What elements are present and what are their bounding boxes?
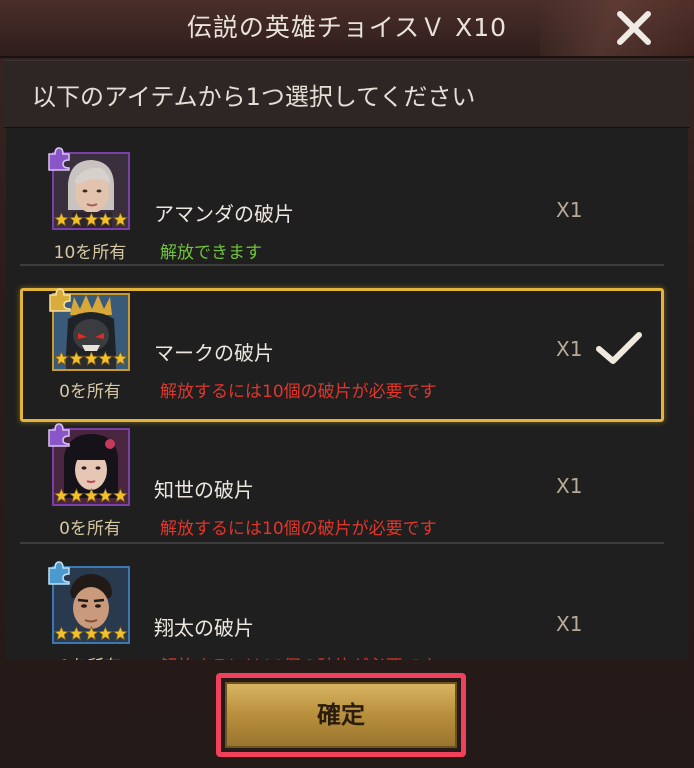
star-icon — [83, 351, 99, 366]
star-rating — [54, 488, 128, 504]
item-name: マークの破片 — [154, 341, 274, 365]
confirm-button-highlight: 確定 — [216, 673, 466, 757]
unlock-status: 解放するには10個の破片が必要です — [160, 652, 437, 660]
unlock-status: 解放するには10個の破片が必要です — [160, 519, 437, 539]
divider — [20, 264, 664, 266]
instruction-text: 以下のアイテムから1つ選択してください — [32, 83, 476, 111]
owned-count: 0を所有 — [59, 519, 121, 539]
item-name: 知世の破片 — [154, 478, 254, 502]
list-item-tomoyo[interactable]: 0を所有 知世の破片 解放するには10個の破片が必要です X1 — [20, 418, 664, 552]
puzzle-piece-icon — [46, 422, 72, 448]
list-item-shota[interactable]: 0を所有 翔太の破片 解放するには10個の破片が必要です X1 — [20, 558, 664, 660]
star-icon — [68, 626, 84, 641]
star-icon — [98, 488, 114, 503]
divider — [20, 542, 664, 544]
star-rating — [54, 212, 128, 228]
list-item-amanda[interactable]: 10を所有 アマンダの破片 解放できます X1 — [20, 136, 664, 270]
puzzle-piece-icon — [46, 146, 72, 172]
star-icon — [113, 626, 128, 641]
item-name: アマンダの破片 — [154, 202, 294, 226]
star-icon — [98, 351, 114, 366]
star-rating — [54, 626, 128, 642]
star-icon — [68, 212, 84, 227]
item-quantity: X1 — [556, 612, 583, 636]
list-item-mark[interactable]: 0を所有 マークの破片 解放するには10個の破片が必要です X1 — [20, 288, 664, 422]
star-icon — [113, 488, 128, 503]
puzzle-piece-icon — [46, 560, 72, 586]
star-icon — [83, 212, 99, 227]
title-bar: 伝説の英雄チョイスＶ X10 — [0, 0, 694, 58]
star-rating — [54, 351, 128, 367]
close-button[interactable] — [610, 4, 658, 52]
unlock-status: 解放できます — [160, 243, 262, 263]
instruction-bar: 以下のアイテムから1つ選択してください — [4, 60, 690, 128]
checkmark-icon — [595, 329, 643, 369]
star-icon — [98, 626, 114, 641]
star-icon — [113, 351, 128, 366]
item-quantity: X1 — [556, 337, 583, 361]
star-icon — [54, 212, 69, 227]
hero-choice-dialog: 伝説の英雄チョイスＶ X10 以下のアイテムから1つ選択してください 10を所有… — [0, 0, 694, 768]
unlock-status: 解放するには10個の破片が必要です — [160, 382, 437, 402]
star-icon — [54, 488, 69, 503]
owned-count: 10を所有 — [53, 243, 127, 263]
item-quantity: X1 — [556, 198, 583, 222]
owned-count: 0を所有 — [40, 652, 140, 660]
star-icon — [113, 212, 128, 227]
star-icon — [83, 626, 99, 641]
star-icon — [68, 351, 84, 366]
close-icon — [617, 11, 651, 45]
star-icon — [98, 212, 114, 227]
confirm-button[interactable]: 確定 — [225, 682, 457, 748]
item-name: 翔太の破片 — [154, 616, 254, 640]
item-list[interactable]: 10を所有 アマンダの破片 解放できます X1 0を所有 マークの破片 解放する… — [6, 128, 688, 660]
star-icon — [83, 488, 99, 503]
star-icon — [54, 626, 69, 641]
dialog-title: 伝説の英雄チョイスＶ X10 — [186, 13, 508, 42]
star-icon — [68, 488, 84, 503]
item-quantity: X1 — [556, 474, 583, 498]
puzzle-piece-icon — [47, 287, 73, 313]
owned-count: 0を所有 — [59, 382, 121, 402]
star-icon — [54, 351, 69, 366]
